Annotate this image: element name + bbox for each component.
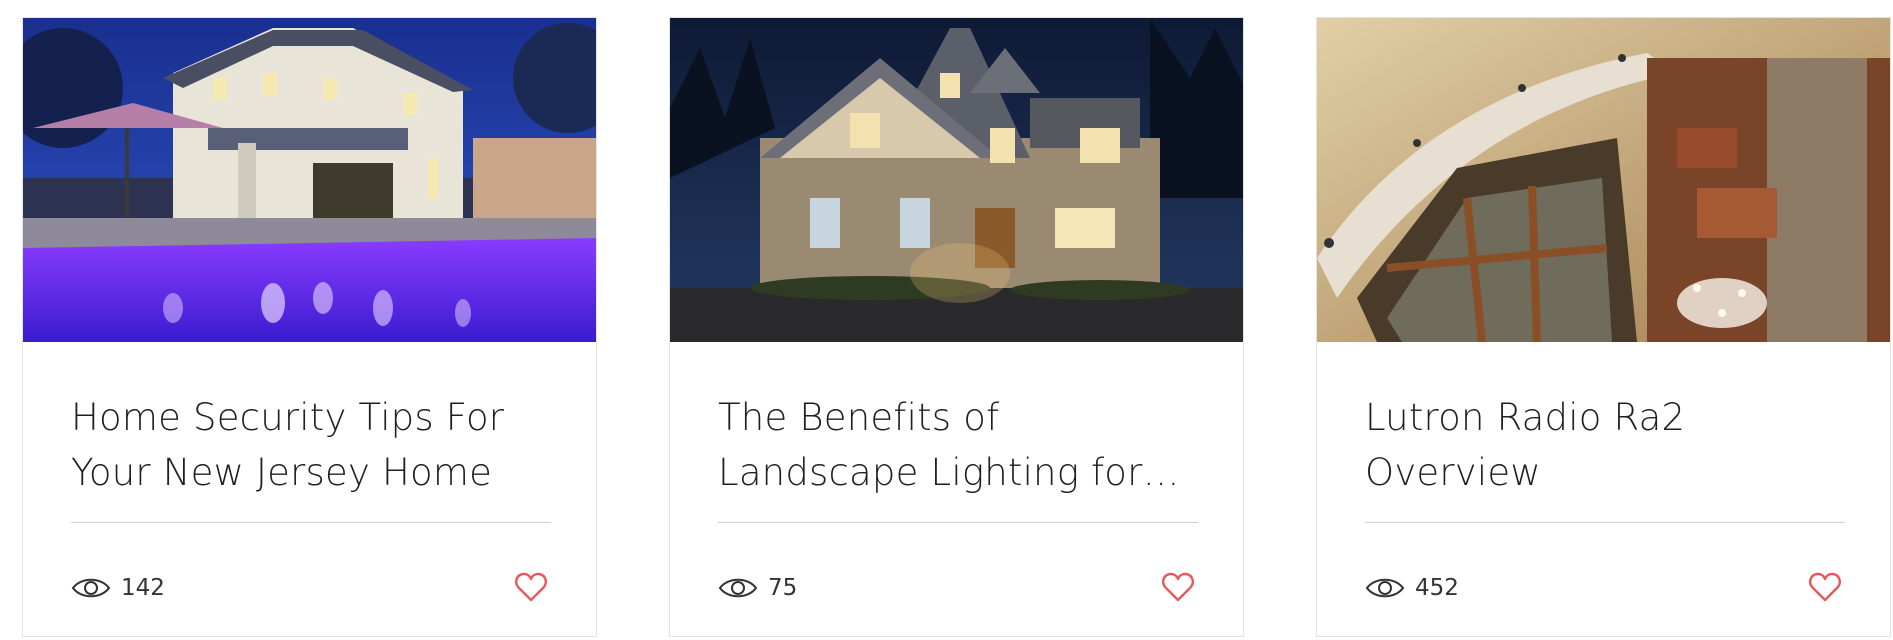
post-thumbnail[interactable] (23, 18, 596, 342)
eye-icon (71, 578, 111, 598)
blog-post-card[interactable]: The Benefits of Landscape Lighting for y… (669, 17, 1244, 637)
post-title[interactable]: Lutron Radio Ra2 Overview (1365, 390, 1855, 500)
view-count: 142 (121, 575, 165, 601)
post-title[interactable]: Home Security Tips For Your New Jersey H… (71, 390, 561, 500)
divider (1365, 522, 1845, 523)
divider (71, 522, 551, 523)
post-title[interactable]: The Benefits of Landscape Lighting for y… (718, 390, 1208, 500)
view-counter: 75 (718, 573, 797, 603)
view-counter: 452 (1365, 573, 1459, 603)
heart-icon[interactable] (1808, 570, 1842, 604)
blog-post-card[interactable]: Home Security Tips For Your New Jersey H… (22, 17, 597, 637)
view-count: 452 (1415, 575, 1459, 601)
divider (718, 522, 1198, 523)
heart-icon[interactable] (1161, 570, 1195, 604)
view-count: 75 (768, 575, 798, 601)
heart-icon[interactable] (514, 570, 548, 604)
eye-icon (1365, 578, 1405, 598)
eye-icon (718, 578, 758, 598)
post-thumbnail[interactable] (1317, 18, 1890, 342)
blog-post-card[interactable]: Lutron Radio Ra2 Overview 452 (1316, 17, 1891, 637)
post-thumbnail[interactable] (670, 18, 1243, 342)
view-counter: 142 (71, 573, 165, 603)
